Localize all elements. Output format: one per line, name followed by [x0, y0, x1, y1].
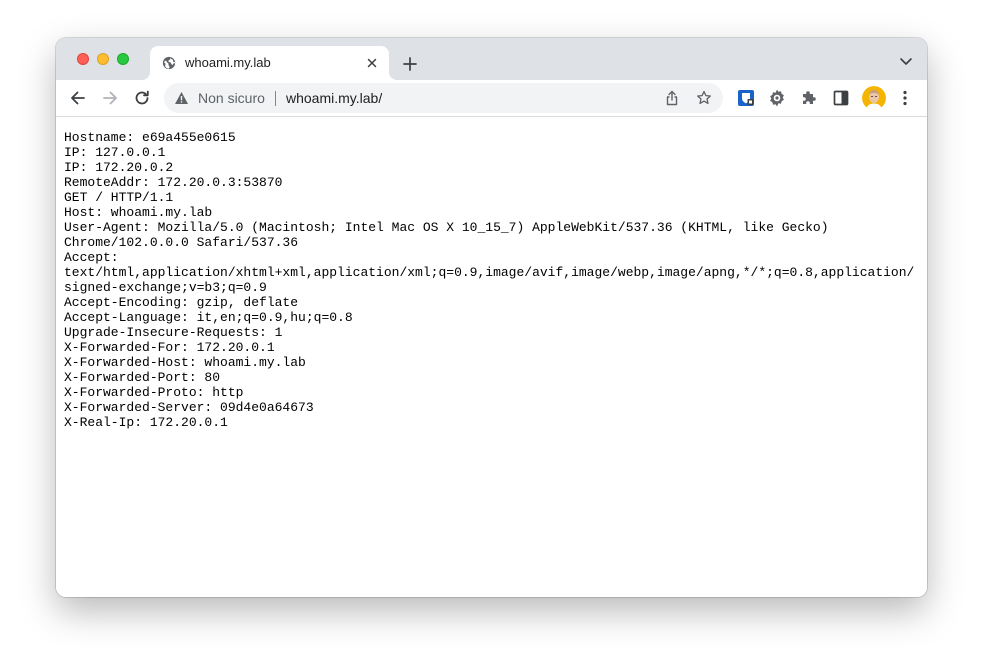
- omnibox-divider: [275, 91, 276, 106]
- puzzle-piece-icon[interactable]: [799, 88, 819, 108]
- new-tab-plus-icon[interactable]: [400, 54, 420, 74]
- response-line: User-Agent: Mozilla/5.0 (Macintosh; Inte…: [64, 220, 829, 235]
- tab-active[interactable]: whoami.my.lab: [150, 46, 389, 80]
- response-line: Chrome/102.0.0.0 Safari/537.36: [64, 235, 299, 250]
- close-icon[interactable]: [365, 56, 379, 70]
- minimize-window-button[interactable]: [97, 53, 109, 65]
- toolbar: Non sicuro whoami.my.lab/: [56, 80, 927, 117]
- bookmark-star-icon[interactable]: [696, 90, 712, 106]
- response-line: Accept:: [64, 250, 119, 265]
- warning-icon[interactable]: [174, 91, 189, 105]
- response-line: IP: 172.20.0.2: [64, 160, 174, 175]
- avatar-image: [862, 86, 886, 110]
- url-text[interactable]: whoami.my.lab/: [286, 90, 382, 106]
- security-status-label[interactable]: Non sicuro: [198, 90, 265, 106]
- share-icon[interactable]: [664, 90, 680, 106]
- back-arrow-icon[interactable]: [68, 88, 88, 108]
- response-line: Accept-Language: it,en;q=0.9,hu;q=0.8: [64, 310, 353, 325]
- response-line: signed-exchange;v=b3;q=0.9: [64, 280, 267, 295]
- address-bar[interactable]: Non sicuro whoami.my.lab/: [164, 83, 723, 113]
- response-line: IP: 127.0.0.1: [64, 145, 166, 160]
- bitwarden-extension-icon[interactable]: [736, 88, 756, 108]
- response-line: GET / HTTP/1.1: [64, 190, 174, 205]
- response-line: Upgrade-Insecure-Requests: 1: [64, 325, 283, 340]
- response-line: Accept-Encoding: gzip, deflate: [64, 295, 299, 310]
- response-line: X-Forwarded-Host: whoami.my.lab: [64, 355, 306, 370]
- response-line: X-Forwarded-Server: 09d4e0a64673: [64, 400, 314, 415]
- tab-strip: whoami.my.lab: [56, 38, 927, 80]
- response-line: Host: whoami.my.lab: [64, 205, 213, 220]
- response-line: X-Forwarded-Port: 80: [64, 370, 221, 385]
- tab-title: whoami.my.lab: [185, 55, 271, 70]
- whoami-response-text: Hostname: e69a455e0615 IP: 127.0.0.1 IP:…: [64, 130, 914, 430]
- chevron-down-icon[interactable]: [899, 56, 913, 66]
- response-line: RemoteAddr: 172.20.0.3:53870: [64, 175, 283, 190]
- close-window-button[interactable]: [77, 53, 89, 65]
- forward-arrow-icon[interactable]: [100, 88, 120, 108]
- browser-window: whoami.my.lab Non sicuro whoami.my.lab/ …: [56, 38, 927, 597]
- response-line: X-Forwarded-For: 172.20.0.1: [64, 340, 275, 355]
- response-line: Hostname: e69a455e0615: [64, 130, 236, 145]
- response-line: X-Real-Ip: 172.20.0.1: [64, 415, 228, 430]
- gear-extension-icon[interactable]: [767, 88, 787, 108]
- reload-icon[interactable]: [132, 88, 152, 108]
- response-line: X-Forwarded-Proto: http: [64, 385, 244, 400]
- page-content: Hostname: e69a455e0615 IP: 127.0.0.1 IP:…: [56, 117, 927, 597]
- globe-icon: [162, 56, 176, 70]
- zoom-window-button[interactable]: [117, 53, 129, 65]
- side-panel-icon[interactable]: [831, 88, 851, 108]
- response-line: text/html,application/xhtml+xml,applicat…: [64, 265, 915, 280]
- kebab-menu-icon[interactable]: [895, 88, 915, 108]
- profile-avatar[interactable]: [862, 86, 886, 110]
